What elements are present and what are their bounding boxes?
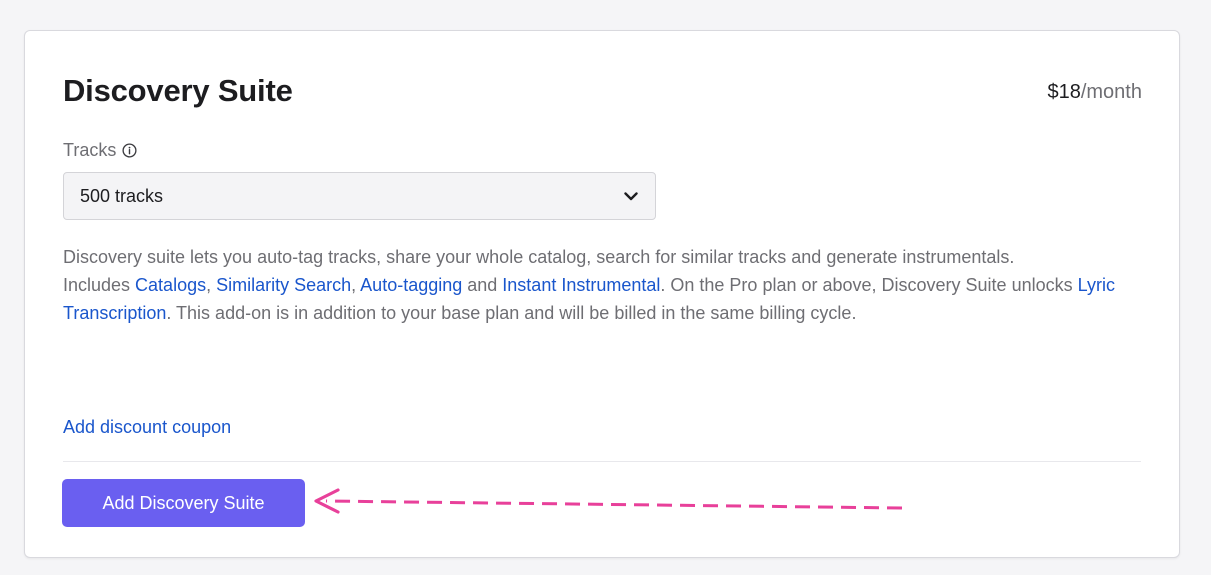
card-title: Discovery Suite: [63, 73, 293, 108]
price: $18/month: [1047, 81, 1142, 104]
description-includes: Includes Catalogs, Similarity Search, Au…: [63, 271, 1133, 327]
link-catalogs[interactable]: Catalogs: [135, 275, 206, 295]
price-period: /month: [1080, 81, 1142, 103]
info-icon[interactable]: [122, 143, 137, 158]
tracks-label: Tracks: [63, 140, 137, 161]
add-discount-coupon-link[interactable]: Add discount coupon: [63, 417, 231, 438]
link-instant-instrumental[interactable]: Instant Instrumental: [502, 275, 660, 295]
link-similarity-search[interactable]: Similarity Search: [216, 275, 351, 295]
separator: ,: [351, 275, 361, 295]
dashed-arrow-left-icon: [314, 488, 903, 514]
tracks-select-value: 500 tracks: [80, 185, 164, 206]
discovery-suite-card: Discovery Suite $18/month Tracks 500 tra…: [24, 30, 1180, 558]
price-amount: $18: [1047, 81, 1081, 103]
billing-text: . This add-on is in addition to your bas…: [166, 303, 857, 323]
divider: [63, 461, 1141, 462]
chevron-down-icon: [624, 192, 638, 201]
tracks-label-text: Tracks: [63, 140, 117, 160]
tracks-select[interactable]: 500 tracks: [63, 172, 656, 220]
separator: ,: [206, 275, 217, 295]
link-auto-tagging[interactable]: Auto-tagging: [360, 275, 462, 295]
pro-plan-text: . On the Pro plan or above, Discovery Su…: [660, 275, 1078, 295]
separator: and: [462, 275, 503, 295]
includes-prefix: Includes: [63, 275, 136, 295]
description-intro: Discovery suite lets you auto-tag tracks…: [63, 247, 1015, 267]
description: Discovery suite lets you auto-tag tracks…: [63, 243, 1133, 327]
add-discovery-suite-button[interactable]: Add Discovery Suite: [62, 479, 305, 527]
